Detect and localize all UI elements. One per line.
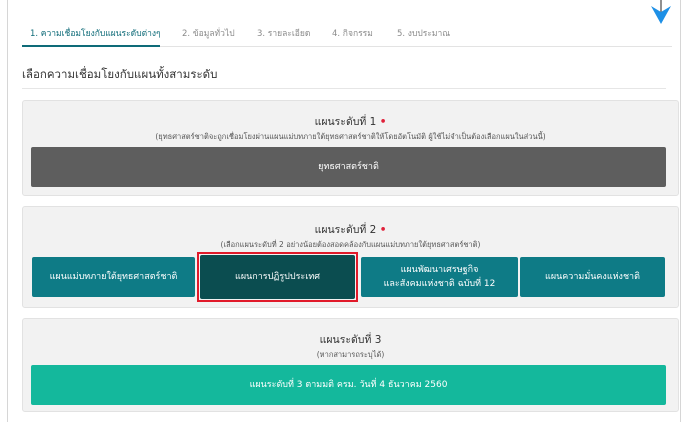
master-plan-button[interactable]: แผนแม่บทภายใต้ยุทธศาสตร์ชาติ [32,257,195,297]
level1-title: แผนระดับที่ 1 • [23,113,678,130]
required-mark: • [379,224,387,236]
selection-highlight [197,252,358,302]
level1-card: แผนระดับที่ 1 • (ยุทธศาสตร์ชาติจะถูกเชื่… [22,100,679,196]
level1-note: (ยุทธศาสตร์ชาติจะถูกเชื่อมโยงผ่านแผนแม่บ… [155,132,546,141]
level3-plan-button[interactable]: แผนระดับที่ 3 ตามมติ ครม. วันที่ 4 ธันวา… [31,365,666,405]
active-tab-underline [22,45,160,47]
tab-activities[interactable]: 4. กิจกรรม [332,26,373,40]
level1-title-text: แผนระดับที่ 1 [314,116,377,128]
tab-plan-linkage[interactable]: 1. ความเชื่อมโยงกับแผนระดับต่างๆ [30,26,161,40]
required-mark: • [379,116,387,128]
tab-details[interactable]: 3. รายละเอียด [257,26,310,40]
level3-title: แผนระดับที่ 3 [319,334,382,346]
national-security-plan-button[interactable]: แผนความมั่นคงแห่งชาติ [520,257,665,297]
divider [22,88,666,89]
step-tabs: 1. ความเชื่อมโยงกับแผนระดับต่างๆ 2. ข้อม… [22,14,672,47]
level2-title: แผนระดับที่ 2 • [23,221,678,238]
level3-card: แผนระดับที่ 3 (หากสามารถระบุได้) แผนระดั… [22,318,679,412]
tab-general-info[interactable]: 2. ข้อมูลทั่วไป [182,26,235,40]
level2-title-text: แผนระดับที่ 2 [314,224,377,236]
section-title: เลือกความเชื่อมโยงกับแผนทั้งสามระดับ [22,67,218,81]
national-strategy-button[interactable]: ยุทธศาสตร์ชาติ [31,147,666,187]
level3-note: (หากสามารถระบุได้) [316,350,385,359]
tab-budget[interactable]: 5. งบประมาณ [397,26,450,40]
economic-social-development-plan-button[interactable]: แผนพัฒนาเศรษฐกิจ และสังคมแห่งชาติ ฉบับที… [361,257,518,297]
level2-note: (เลือกแผนระดับที่ 2 อย่างน้อยต้องสอดคล้อ… [220,240,481,249]
